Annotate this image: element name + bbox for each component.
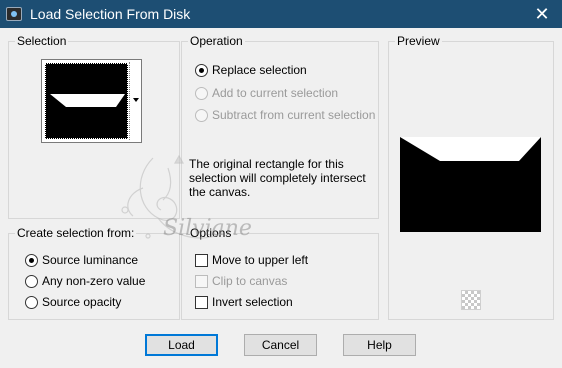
dialog-body: Selection Operation Replace selection Ad… — [0, 28, 562, 368]
radio-subtract-from-selection-control[interactable] — [195, 108, 208, 122]
preview-background-toggle-icon[interactable] — [461, 290, 481, 310]
checkbox-clip-to-canvas[interactable]: Clip to canvas — [195, 273, 287, 289]
radio-any-non-zero-value[interactable]: Any non-zero value — [25, 273, 145, 289]
radio-any-non-zero-value-label: Any non-zero value — [42, 274, 146, 288]
selection-group-title: Selection — [15, 34, 69, 48]
watermark-flourish-graphic — [121, 154, 224, 239]
checkbox-clip-to-canvas-control[interactable] — [195, 274, 208, 288]
close-icon: ✕ — [534, 4, 550, 24]
help-button[interactable]: Help — [343, 334, 416, 356]
radio-source-opacity-control[interactable] — [25, 295, 38, 309]
selection-shape-graphic — [50, 94, 125, 107]
selection-thumbnail-dropdown[interactable] — [41, 59, 142, 143]
cancel-button[interactable]: Cancel — [244, 334, 317, 356]
chevron-down-icon[interactable] — [133, 98, 139, 102]
radio-source-opacity[interactable]: Source opacity — [25, 294, 121, 310]
load-button-label: Load — [168, 338, 195, 352]
watermark-text: Silviane — [163, 216, 252, 241]
close-button[interactable]: ✕ — [522, 0, 562, 28]
preview-group-title: Preview — [395, 34, 442, 48]
radio-replace-selection-label: Replace selection — [212, 63, 307, 77]
selection-preview-image — [400, 137, 541, 232]
radio-add-to-selection[interactable]: Add to current selection — [195, 85, 338, 101]
radio-source-opacity-label: Source opacity — [42, 295, 122, 309]
checkbox-invert-selection-control[interactable] — [195, 295, 208, 309]
radio-source-luminance-control[interactable] — [25, 253, 38, 267]
dropdown-separator — [129, 62, 130, 140]
radio-subtract-from-selection[interactable]: Subtract from current selection — [195, 107, 375, 123]
radio-add-to-selection-control[interactable] — [195, 86, 208, 100]
app-icon — [6, 7, 22, 21]
title-bar: Load Selection From Disk ✕ — [0, 0, 562, 28]
radio-any-non-zero-value-control[interactable] — [25, 274, 38, 288]
radio-subtract-from-selection-label: Subtract from current selection — [212, 108, 376, 122]
checkbox-invert-selection[interactable]: Invert selection — [195, 294, 293, 310]
cancel-button-label: Cancel — [261, 338, 300, 352]
window-title: Load Selection From Disk — [30, 6, 191, 22]
radio-replace-selection-control[interactable] — [195, 63, 208, 77]
checkbox-clip-to-canvas-label: Clip to canvas — [212, 274, 288, 288]
radio-replace-selection[interactable]: Replace selection — [195, 62, 307, 78]
radio-add-to-selection-label: Add to current selection — [212, 86, 339, 100]
checkbox-invert-selection-label: Invert selection — [212, 295, 293, 309]
operation-group-title: Operation — [188, 34, 245, 48]
help-button-label: Help — [367, 338, 392, 352]
load-button[interactable]: Load — [145, 334, 218, 356]
selection-thumbnail-image — [45, 63, 128, 139]
